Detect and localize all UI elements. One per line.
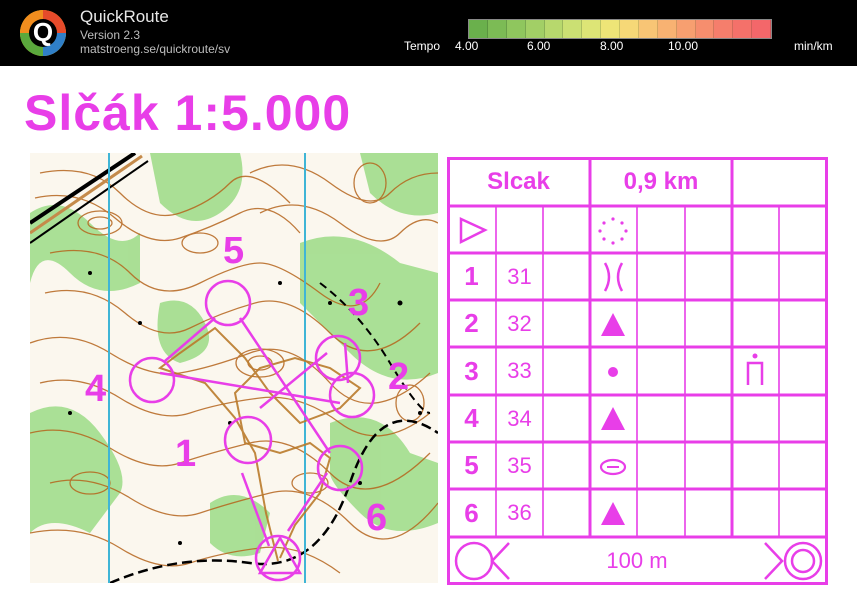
start-marker-icon — [454, 541, 494, 581]
tempo-tick-4: 4.00 — [455, 39, 479, 53]
control-code-2: 32 — [507, 310, 532, 336]
control-seq-6: 6 — [464, 497, 479, 528]
tempo-tick-6: 6.00 — [527, 39, 551, 53]
tempo-label: Tempo — [404, 39, 441, 53]
app-header: Q QuickRoute Version 2.3 matstroeng.se/q… — [0, 0, 857, 66]
tempo-color-swatch — [657, 20, 677, 38]
tempo-color-swatch — [601, 20, 620, 38]
control-description-sheet: Slcak 0,9 km 1 31 2 32 3 33 4 34 5 35 6 … — [447, 157, 828, 585]
control-code-6: 36 — [507, 500, 532, 525]
orienteering-map[interactable]: 1 2 3 4 5 6 — [30, 153, 438, 583]
control-seq-2: 2 — [464, 308, 479, 338]
control-label-3: 3 — [348, 282, 369, 324]
control-seq-5: 5 — [464, 450, 479, 480]
start-triangle-icon — [459, 217, 488, 245]
control-label-2: 2 — [388, 356, 409, 398]
boulder-triangle-icon — [601, 313, 625, 336]
app-name: QuickRoute — [80, 7, 169, 26]
logo-letter: Q — [33, 17, 53, 47]
tempo-color-swatch — [469, 20, 488, 38]
tempo-color-swatch — [714, 20, 734, 38]
tempo-color-swatch — [544, 20, 564, 38]
control-code-4: 34 — [507, 405, 532, 431]
map-title: Slčák 1:5.000 — [24, 85, 352, 141]
control-label-5: 5 — [223, 230, 244, 272]
boulder-triangle-icon — [601, 407, 625, 430]
tempo-color-swatch — [620, 20, 639, 38]
control-code-3: 33 — [507, 358, 532, 383]
knoll-dot-icon — [608, 367, 618, 377]
control-seq-1: 1 — [464, 261, 479, 291]
tempo-color-swatch — [582, 20, 602, 38]
control-seq-4: 4 — [464, 403, 479, 433]
ravine-pair-icon — [603, 262, 624, 292]
control-label-4: 4 — [85, 368, 106, 410]
finish-double-circle-icon — [783, 541, 823, 581]
dotted-circle-icon — [598, 217, 628, 245]
app-url[interactable]: matstroeng.se/quickroute/sv — [80, 42, 230, 56]
course-distance: 0,9 km — [623, 167, 699, 195]
tempo-unit: min/km — [794, 39, 833, 53]
control-code-1: 31 — [507, 263, 532, 289]
tempo-color-swatch — [525, 20, 545, 38]
tempo-color-swatch — [487, 20, 507, 38]
foot-icon — [746, 361, 764, 385]
tempo-color-swatch — [676, 20, 696, 38]
tempo-color-swatch — [752, 20, 771, 38]
tempo-color-swatch — [733, 20, 753, 38]
boulder-triangle-icon — [601, 502, 625, 525]
tempo-tick-10: 10.00 — [668, 39, 699, 53]
app-version: Version 2.3 — [80, 28, 141, 42]
event-name: Slcak — [487, 167, 550, 195]
depression-ellipse-icon — [599, 458, 627, 476]
quickroute-logo-icon: Q — [20, 10, 66, 56]
control-seq-3: 3 — [464, 355, 479, 386]
control-code-5: 35 — [507, 452, 532, 478]
finish-distance: 100 m — [606, 548, 668, 573]
tempo-color-scale — [468, 19, 772, 39]
control-label-1: 1 — [175, 433, 196, 475]
tempo-color-swatch — [563, 20, 583, 38]
tempo-color-swatch — [506, 20, 526, 38]
tempo-color-swatch — [638, 20, 658, 38]
tempo-color-swatch — [695, 20, 715, 38]
control-label-6: 6 — [366, 497, 387, 539]
finish-arrow-icon — [764, 542, 784, 580]
tempo-tick-8: 8.00 — [600, 39, 624, 53]
